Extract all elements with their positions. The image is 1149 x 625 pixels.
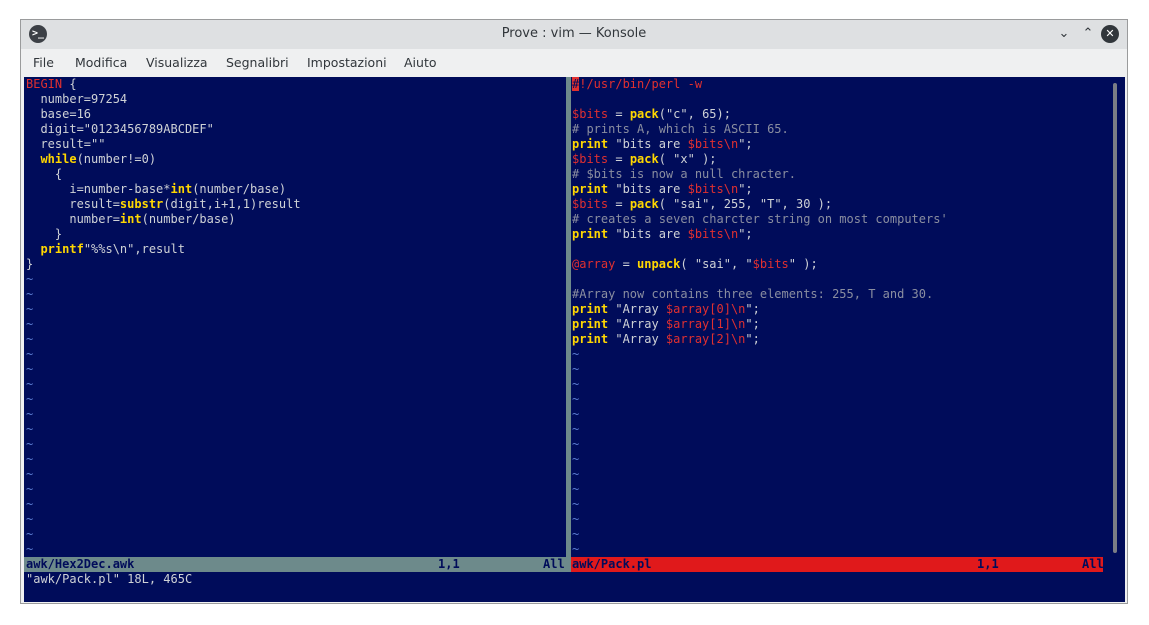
menu-segnalibri[interactable]: Segnalibri <box>226 55 289 70</box>
right-status-filename: awk/Pack.pl <box>572 557 652 571</box>
terminal-area[interactable]: BEGIN { number=97254 base=16 digit="0123… <box>24 77 1125 602</box>
menu-file[interactable]: File <box>33 55 54 70</box>
menu-impostazioni[interactable]: Impostazioni <box>307 55 387 70</box>
right-vim-pane[interactable]: #!/usr/bin/perl -w $bits = pack("c", 65)… <box>572 77 948 557</box>
vertical-split-divider[interactable] <box>566 77 571 572</box>
left-status-filename: awk/Hex2Dec.awk <box>26 557 135 571</box>
left-status-line: awk/Hex2Dec.awk 1,1 All <box>24 557 566 572</box>
maximize-button[interactable]: ⌃ <box>1078 24 1098 44</box>
close-icon: ✕ <box>1105 27 1115 40</box>
title-bar[interactable]: >_ Prove : vim — Konsole ⌄ ⌃ ✕ <box>21 20 1127 49</box>
right-status-scroll: All <box>1082 557 1104 571</box>
left-status-scroll: All <box>543 557 565 571</box>
chevron-up-icon: ⌃ <box>1082 26 1094 41</box>
left-status-position: 1,1 <box>438 557 460 571</box>
vim-command-line[interactable]: "awk/Pack.pl" 18L, 465C <box>26 572 192 587</box>
minimize-button[interactable]: ⌄ <box>1054 24 1074 44</box>
right-status-line: awk/Pack.pl 1,1 All <box>571 557 1104 572</box>
konsole-window: >_ Prove : vim — Konsole ⌄ ⌃ ✕ File Modi… <box>20 19 1128 604</box>
menu-modifica[interactable]: Modifica <box>75 55 127 70</box>
menu-bar: File Modifica Visualizza Segnalibri Impo… <box>21 49 1127 77</box>
left-vim-pane[interactable]: BEGIN { number=97254 base=16 digit="0123… <box>26 77 301 557</box>
menu-aiuto[interactable]: Aiuto <box>404 55 437 70</box>
menu-visualizza[interactable]: Visualizza <box>146 55 208 70</box>
close-button[interactable]: ✕ <box>1101 25 1119 43</box>
window-title: Prove : vim — Konsole <box>501 26 647 41</box>
right-status-position: 1,1 <box>977 557 999 571</box>
chevron-down-icon: ⌄ <box>1058 26 1070 41</box>
scrollbar-handle[interactable] <box>1113 83 1117 553</box>
